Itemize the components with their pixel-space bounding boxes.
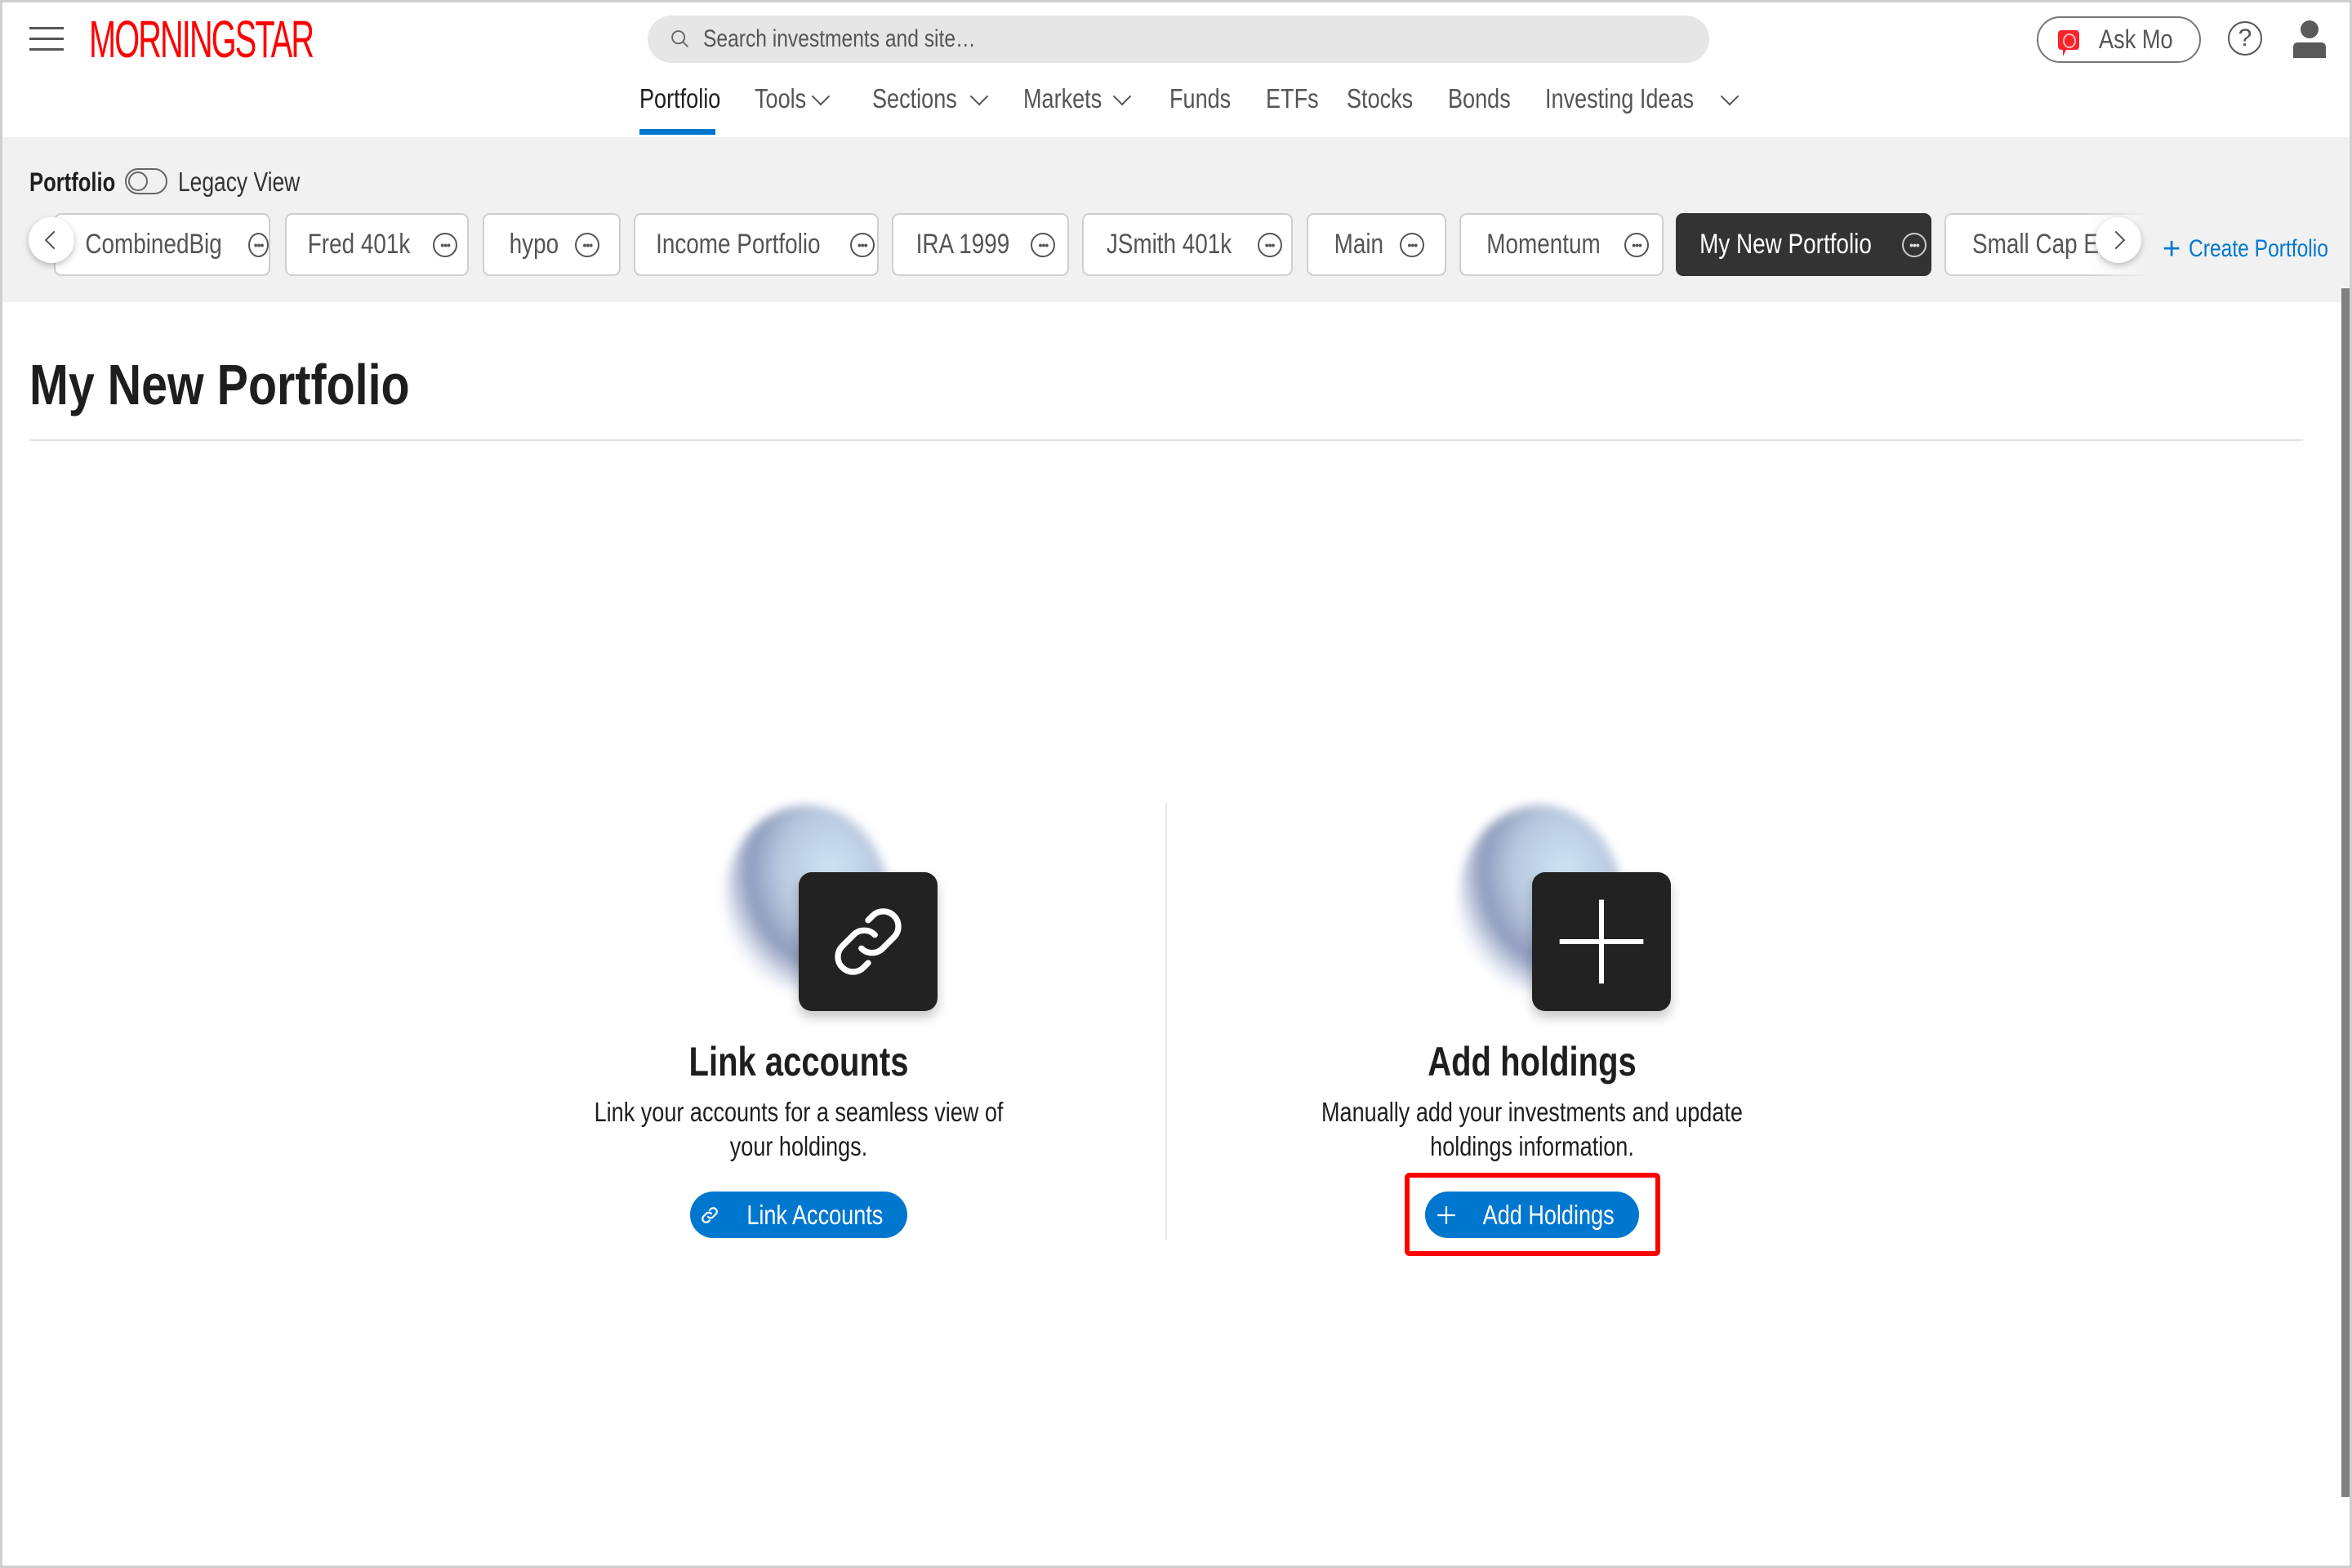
portfolio-tab[interactable]: Fred 401k •••	[285, 213, 469, 276]
page-title: My New Portfolio	[29, 353, 410, 416]
chat-bubble-icon	[2058, 29, 2080, 56]
legacy-view-label: Legacy View	[178, 167, 301, 197]
chevron-down-icon	[1113, 87, 1132, 106]
chevron-down-icon	[1720, 87, 1740, 106]
nav-sections[interactable]: Sections	[872, 80, 988, 137]
add-holdings-description: Manually add your investments and update…	[1321, 1097, 1743, 1161]
more-options-icon[interactable]: •••	[1257, 232, 1282, 257]
search-icon	[671, 30, 688, 47]
nav-etfs[interactable]: ETFs	[1266, 80, 1330, 137]
more-options-icon[interactable]: •••	[849, 232, 875, 257]
chevron-down-icon	[811, 87, 831, 106]
card-divider	[1165, 803, 1167, 1240]
link-accounts-title: Link accounts	[688, 1039, 909, 1085]
nav-markets[interactable]: Markets	[1023, 80, 1132, 137]
menu-icon[interactable]	[29, 27, 64, 51]
ask-mo-label: Ask Mo	[2099, 24, 2173, 54]
scroll-left-button[interactable]	[29, 217, 74, 263]
link-icon	[799, 872, 938, 1011]
chevron-left-icon	[44, 230, 64, 250]
help-icon[interactable]: ?	[2228, 21, 2262, 56]
plus-icon: +	[2163, 232, 2181, 266]
create-portfolio-link[interactable]: + Create Portfolio	[2163, 232, 2350, 266]
more-options-icon[interactable]: •••	[1400, 232, 1425, 257]
nav-funds[interactable]: Funds	[1169, 80, 1245, 137]
nav-portfolio[interactable]: Portfolio	[639, 80, 720, 137]
add-holdings-card: Add holdings Manually add your investmen…	[1205, 801, 1859, 1258]
more-options-icon[interactable]: •••	[248, 232, 269, 257]
link-accounts-description: Link your accounts for a seamless view o…	[594, 1097, 1004, 1161]
plus-icon	[1437, 1205, 1455, 1224]
search-input[interactable]	[703, 25, 1507, 53]
add-holdings-title: Add holdings	[1428, 1039, 1637, 1085]
add-holdings-button[interactable]: Add Holdings	[1425, 1192, 1639, 1238]
plus-icon	[1532, 872, 1671, 1011]
main-nav: Portfolio Tools Sections Markets Funds E…	[2, 80, 2350, 137]
link-accounts-card: Link accounts Link your accounts for a s…	[472, 801, 1125, 1258]
portfolio-tab[interactable]: Income Portfolio •••	[634, 213, 879, 276]
portfolio-tab[interactable]: Momentum •••	[1459, 213, 1664, 276]
portfolio-tabs: CombinedBig ••• Fred 401k ••• hypo ••• Inco…	[2, 213, 2150, 278]
portfolio-tab-active[interactable]: My New Portfolio •••	[1676, 213, 1931, 276]
site-header: MORNINGSTAR Ask Mo ? Portfolio Tools Sec…	[2, 2, 2350, 137]
link-accounts-button[interactable]: Link Accounts	[690, 1192, 907, 1238]
nav-bonds[interactable]: Bonds	[1448, 80, 1525, 137]
portfolio-tab[interactable]: IRA 1999 •••	[892, 213, 1069, 276]
user-account-icon[interactable]	[2293, 20, 2326, 58]
morningstar-logo[interactable]: MORNINGSTAR	[89, 13, 314, 65]
nav-tools[interactable]: Tools	[755, 80, 831, 137]
add-holdings-illustration	[1459, 801, 1671, 1013]
more-options-icon[interactable]: •••	[433, 232, 458, 257]
scroll-right-button[interactable]	[2096, 217, 2141, 263]
link-accounts-illustration	[725, 801, 938, 1013]
portfolio-tab[interactable]: Main •••	[1307, 213, 1446, 276]
page-scrollbar[interactable]	[2341, 288, 2350, 1497]
portfolio-tab[interactable]: hypo •••	[483, 213, 621, 276]
search-bar[interactable]	[648, 16, 1709, 63]
portfolio-label: Portfolio	[29, 167, 116, 197]
ask-mo-button[interactable]: Ask Mo	[2037, 16, 2201, 63]
more-options-icon[interactable]: •••	[1624, 232, 1650, 257]
nav-stocks[interactable]: Stocks	[1347, 80, 1428, 137]
portfolio-tab[interactable]: JSmith 401k •••	[1082, 213, 1293, 276]
more-options-icon[interactable]: •••	[1901, 232, 1927, 257]
more-options-icon[interactable]: •••	[575, 232, 600, 257]
chevron-right-icon	[2106, 230, 2126, 250]
portfolio-tab[interactable]: CombinedBig •••	[54, 213, 270, 276]
link-icon	[702, 1206, 719, 1223]
legacy-view-toggle[interactable]	[125, 168, 167, 194]
portfolio-selector-bar: Portfolio Legacy View CombinedBig ••• Fre…	[2, 137, 2350, 302]
more-options-icon[interactable]: •••	[1031, 232, 1056, 257]
title-divider	[29, 439, 2303, 441]
chevron-down-icon	[969, 87, 988, 106]
nav-investing-ideas[interactable]: Investing Ideas	[1545, 80, 1740, 137]
browser-viewport: MORNINGSTAR Ask Mo ? Portfolio Tools Sec…	[0, 0, 2352, 1568]
